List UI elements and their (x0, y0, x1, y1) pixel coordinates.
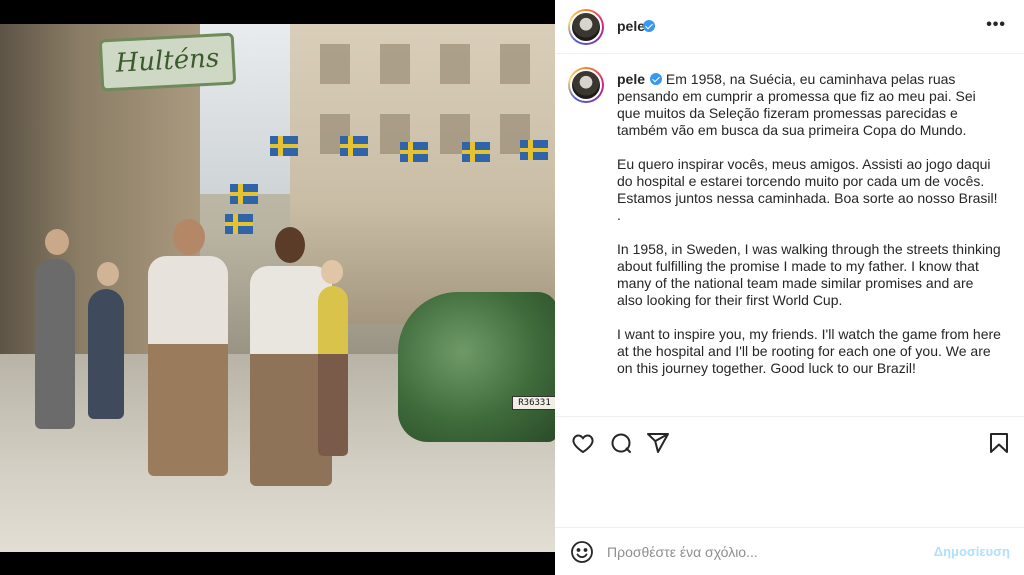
photo-person-head (45, 229, 69, 255)
post-header: pele ••• (555, 0, 1024, 54)
photo-person-head (173, 219, 205, 255)
photo-window (440, 44, 470, 84)
comment-input[interactable] (607, 541, 907, 563)
photo-flag (270, 136, 298, 156)
caption-text-pt-1: Em 1958, na Suécia, eu caminhava pelas r… (617, 71, 976, 138)
post-detail-panel: pele ••• pele Em 1958, na Suécia, eu cam… (555, 0, 1024, 575)
verified-badge-icon (643, 20, 655, 32)
caption-avatar[interactable] (568, 67, 604, 103)
caption-text-pt-2: Eu quero inspirar vocês, meus amigos. As… (617, 156, 998, 223)
post-actions (555, 416, 1024, 466)
avatar-image (570, 69, 602, 101)
comment-icon[interactable] (609, 431, 633, 455)
photo-license-plate: R36331 (512, 396, 555, 410)
photo-flag (462, 142, 490, 162)
bookmark-icon[interactable] (987, 431, 1011, 455)
ellipsis-icon[interactable]: ••• (986, 16, 1006, 34)
caption-paragraph: pele Em 1958, na Suécia, eu caminhava pe… (617, 71, 1002, 139)
caption-text-en-1: In 1958, in Sweden, I was walking throug… (617, 241, 1001, 308)
post-photo[interactable]: Hulténs R36331 (0, 24, 555, 552)
photo-window (380, 44, 410, 84)
photo-window (500, 44, 530, 84)
author-username[interactable]: pele (617, 18, 645, 34)
photo-person (318, 286, 348, 456)
caption-text-en-2: I want to inspire you, my friends. I'll … (617, 326, 1001, 376)
photo-shop-sign: Hulténs (98, 32, 237, 92)
caption-username[interactable]: pele (617, 71, 645, 87)
photo-person-head (321, 260, 343, 284)
photo-flag (230, 184, 258, 204)
photo-person-left-walker (148, 256, 228, 476)
photo-car (398, 292, 555, 442)
photo-flag (340, 136, 368, 156)
comment-bar: Δημοσίευση (555, 527, 1024, 575)
caption-area: pele Em 1958, na Suécia, eu caminhava pe… (555, 55, 1024, 415)
heart-icon[interactable] (571, 431, 595, 455)
photo-person-head (97, 262, 119, 286)
post-caption: pele Em 1958, na Suécia, eu caminhava pe… (617, 71, 1002, 394)
share-icon[interactable] (646, 431, 670, 455)
post-comment-button[interactable]: Δημοσίευση (934, 544, 1010, 559)
author-avatar[interactable] (568, 9, 604, 45)
emoji-icon[interactable] (570, 540, 594, 564)
verified-badge-icon (650, 73, 663, 85)
photo-person (88, 289, 124, 419)
photo-window (320, 44, 350, 84)
avatar-image (570, 11, 602, 43)
photo-flag (225, 214, 253, 234)
photo-flag (400, 142, 428, 162)
photo-person-head (275, 227, 305, 263)
photo-person (35, 259, 75, 429)
photo-flag (520, 140, 548, 160)
